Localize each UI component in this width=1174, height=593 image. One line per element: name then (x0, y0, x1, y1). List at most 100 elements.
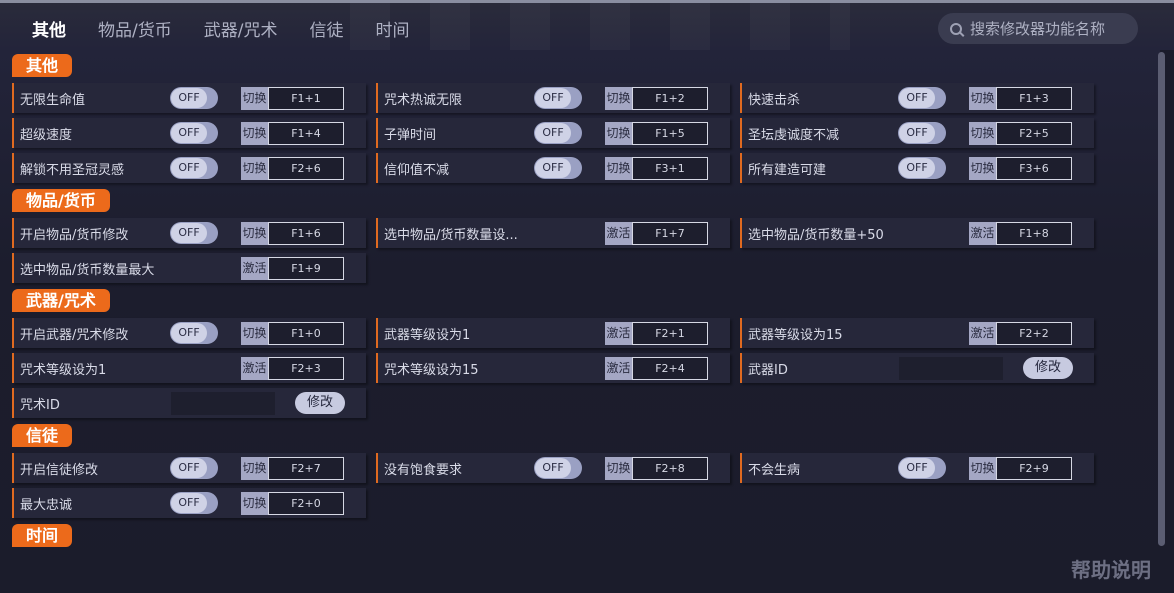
hotkey-mode: 切换 (969, 87, 996, 110)
cheat-label: 超级速度 (20, 127, 73, 143)
toggle-state: OFF (899, 458, 935, 478)
hotkey[interactable]: 切换 F3+6 (969, 157, 1072, 180)
edit-spell-id-button[interactable]: 修改 (295, 392, 345, 414)
hotkey-key: F1+2 (632, 87, 708, 110)
tab-weapons-spells[interactable]: 武器/咒术 (204, 16, 278, 41)
toggle-switch[interactable]: OFF (170, 222, 218, 244)
hotkey-mode: 切换 (241, 222, 268, 245)
toggle-switch[interactable]: OFF (170, 492, 218, 514)
cheat-label: 快速击杀 (748, 92, 801, 108)
spell-id-input[interactable] (171, 392, 275, 415)
hotkey[interactable]: 激活 F2+2 (969, 322, 1072, 345)
toggle-switch[interactable]: OFF (534, 87, 582, 109)
toggle-switch[interactable]: OFF (534, 157, 582, 179)
hotkey[interactable]: 切换 F1+1 (241, 87, 344, 110)
hotkey-key: F2+2 (996, 322, 1072, 345)
toggle-switch[interactable]: OFF (170, 122, 218, 144)
tab-followers[interactable]: 信徒 (309, 16, 343, 41)
hotkey[interactable]: 切换 F2+8 (605, 457, 708, 480)
toggle-switch[interactable]: OFF (534, 457, 582, 479)
cheat-label: 武器等级设为15 (748, 327, 843, 343)
hotkey[interactable]: 切换 F2+5 (969, 122, 1072, 145)
hotkey[interactable]: 切换 F1+0 (241, 322, 344, 345)
toggle-state: OFF (171, 493, 207, 513)
toggle-switch[interactable]: OFF (898, 87, 946, 109)
hotkey[interactable]: 切换 F3+1 (605, 157, 708, 180)
section-header-followers: 信徒 (12, 424, 73, 447)
hotkey-mode: 切换 (605, 457, 632, 480)
cheat-label: 咒术热诚无限 (384, 92, 463, 108)
toggle-switch[interactable]: OFF (534, 122, 582, 144)
hotkey-mode: 切换 (241, 322, 268, 345)
tab-time[interactable]: 时间 (375, 16, 409, 41)
search-box[interactable] (938, 13, 1138, 44)
toggle-state: OFF (171, 158, 207, 178)
search-icon (950, 22, 962, 35)
cheat-row: 武器等级设为15 激活 F2+2 (740, 318, 1094, 348)
hotkey[interactable]: 激活 F2+1 (605, 322, 708, 345)
section-header-other: 其他 (12, 54, 73, 77)
hotkey-mode: 激活 (969, 222, 996, 245)
hotkey[interactable]: 激活 F1+7 (605, 222, 708, 245)
hotkey[interactable]: 切换 F1+2 (605, 87, 708, 110)
toggle-state: OFF (171, 458, 207, 478)
hotkey[interactable]: 切换 F1+6 (241, 222, 344, 245)
tab-other[interactable]: 其他 (32, 16, 66, 41)
hotkey[interactable]: 切换 F1+4 (241, 122, 344, 145)
hotkey-mode: 激活 (241, 257, 268, 280)
hotkey[interactable]: 激活 F1+8 (969, 222, 1072, 245)
toggle-switch[interactable]: OFF (170, 322, 218, 344)
hotkey[interactable]: 切换 F2+9 (969, 457, 1072, 480)
toggle-state: OFF (535, 158, 571, 178)
cheat-row: 开启信徒修改 OFF 切换 F2+7 (12, 453, 366, 483)
hotkey[interactable]: 激活 F2+3 (241, 357, 344, 380)
cheat-row: 选中物品/货币数量最大 激活 F1+9 (12, 253, 366, 283)
search-input[interactable] (970, 19, 1130, 38)
toggle-switch[interactable]: OFF (898, 457, 946, 479)
cheat-label: 咒术ID (20, 397, 60, 413)
cheat-row: 子弹时间 OFF 切换 F1+5 (376, 118, 730, 148)
hotkey[interactable]: 切换 F2+6 (241, 157, 344, 180)
hotkey-key: F2+6 (268, 157, 344, 180)
cheat-row: 开启物品/货币修改 OFF 切换 F1+6 (12, 218, 366, 248)
hotkey[interactable]: 激活 F1+9 (241, 257, 344, 280)
toggle-switch[interactable]: OFF (170, 87, 218, 109)
cheat-label: 没有饱食要求 (384, 462, 463, 478)
cheat-label: 所有建造可建 (748, 162, 827, 178)
scrollbar-thumb[interactable] (1158, 52, 1165, 546)
hotkey-mode: 切换 (605, 157, 632, 180)
cheat-label: 选中物品/货币数量最大 (20, 262, 155, 278)
hotkey[interactable]: 切换 F2+7 (241, 457, 344, 480)
edit-weapon-id-button[interactable]: 修改 (1023, 357, 1073, 379)
toggle-switch[interactable]: OFF (170, 157, 218, 179)
toggle-switch[interactable]: OFF (898, 157, 946, 179)
toggle-state: OFF (535, 458, 571, 478)
cheat-label: 无限生命值 (20, 92, 86, 108)
cheat-row: 开启武器/咒术修改 OFF 切换 F1+0 (12, 318, 366, 348)
help-link[interactable]: 帮助说明 (1071, 554, 1151, 583)
cheat-label: 不会生病 (748, 462, 801, 478)
toggle-state: OFF (899, 88, 935, 108)
hotkey-mode: 激活 (605, 322, 632, 345)
hotkey-mode: 切换 (969, 122, 996, 145)
hotkey[interactable]: 激活 F2+4 (605, 357, 708, 380)
tab-items-currency[interactable]: 物品/货币 (98, 16, 172, 41)
cheat-list: 其他 无限生命值 OFF 切换 F1+1 咒术热诚无限 OFF 切换 F1+2 快速… (0, 50, 1160, 593)
cheat-row: 超级速度 OFF 切换 F1+4 (12, 118, 366, 148)
cheat-row: 选中物品/货币数量+50 激活 F1+8 (740, 218, 1094, 248)
toggle-switch[interactable]: OFF (170, 457, 218, 479)
category-tabs: 其他 物品/货币 武器/咒术 信徒 时间 (32, 3, 441, 53)
hotkey[interactable]: 切换 F1+5 (605, 122, 708, 145)
toggle-switch[interactable]: OFF (898, 122, 946, 144)
hotkey-key: F3+6 (996, 157, 1072, 180)
toggle-state: OFF (171, 323, 207, 343)
hotkey-key: F1+1 (268, 87, 344, 110)
section-header-weapons-spells: 武器/咒术 (12, 289, 110, 312)
weapon-id-input[interactable] (899, 357, 1003, 380)
hotkey-key: F1+5 (632, 122, 708, 145)
hotkey[interactable]: 切换 F1+3 (969, 87, 1072, 110)
hotkey[interactable]: 切换 F2+0 (241, 492, 344, 515)
cheat-row: 信仰值不减 OFF 切换 F3+1 (376, 153, 730, 183)
cheat-label: 武器ID (748, 362, 788, 378)
cheat-label: 武器等级设为1 (384, 327, 471, 343)
